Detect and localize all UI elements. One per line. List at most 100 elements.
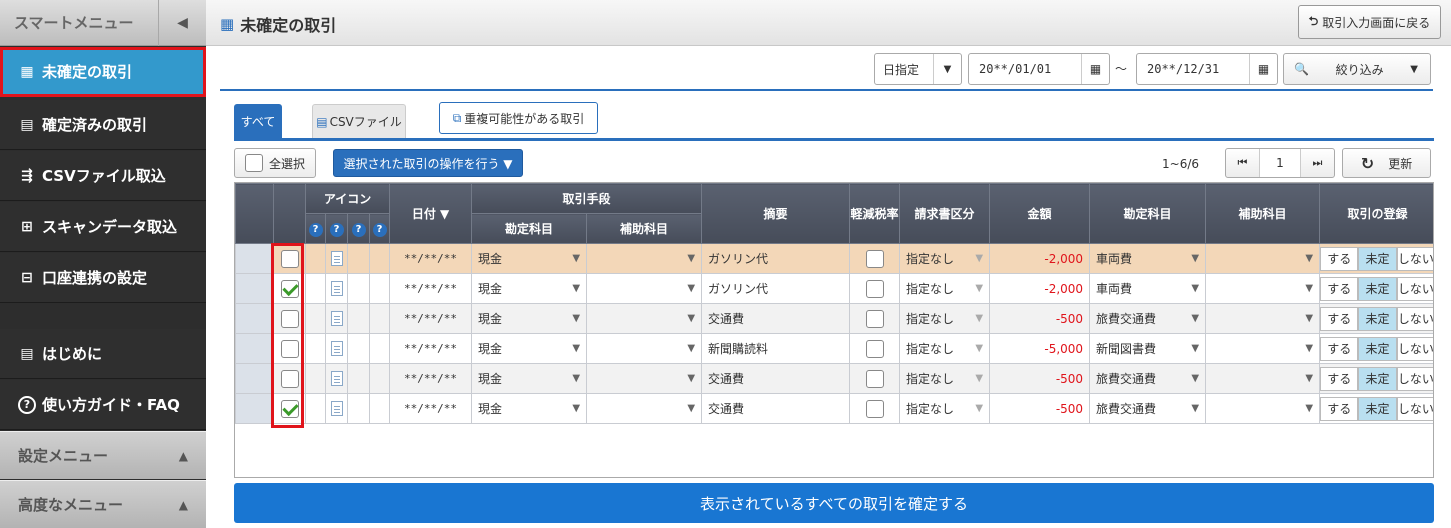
sub-account-select[interactable]: ▼: [1205, 243, 1321, 274]
register-yes-button[interactable]: する: [1320, 276, 1359, 301]
sidebar-item-unconfirmed[interactable]: ▦ 未確定の取引: [0, 47, 206, 97]
table-row[interactable]: **/**/** 現金 ▼ ▼ 交通費 指定なし ▼ -500 旅費交通費 ▼ ▼ する 未定 しない: [235, 393, 1433, 424]
payment-account-select[interactable]: 現金 ▼: [471, 243, 588, 274]
register-pending-button[interactable]: 未定: [1358, 306, 1397, 331]
register-yes-button[interactable]: する: [1320, 246, 1359, 271]
sidebar-item-getting-started[interactable]: ▤ はじめに: [0, 329, 206, 379]
register-yes-button[interactable]: する: [1320, 396, 1359, 421]
register-yes-button[interactable]: する: [1320, 336, 1359, 361]
reduced-tax-checkbox[interactable]: [865, 339, 884, 358]
account-select[interactable]: 旅費交通費 ▼: [1089, 363, 1207, 394]
amount-cell[interactable]: -500: [989, 363, 1091, 394]
document-icon[interactable]: [330, 401, 343, 416]
account-select[interactable]: 旅費交通費 ▼: [1089, 393, 1207, 424]
reduced-tax-cell[interactable]: [849, 303, 901, 334]
register-pending-button[interactable]: 未定: [1358, 396, 1397, 421]
confirm-all-button[interactable]: 表示されているすべての取引を確定する: [234, 483, 1434, 523]
payment-account-select[interactable]: 現金 ▼: [471, 273, 588, 304]
reduced-tax-cell[interactable]: [849, 333, 901, 364]
payment-sub-account-select[interactable]: ▼: [586, 273, 703, 304]
amount-cell[interactable]: -2,000: [989, 243, 1091, 274]
date-to-field[interactable]: 20**/12/31 ▦: [1136, 53, 1278, 85]
table-row[interactable]: **/**/** 現金 ▼ ▼ 交通費 指定なし ▼ -500 旅費交通費 ▼ ▼ する 未定 しない: [235, 363, 1433, 394]
help-icon[interactable]: ?: [308, 222, 323, 237]
reduced-tax-cell[interactable]: [849, 243, 901, 274]
table-row[interactable]: **/**/** 現金 ▼ ▼ ガソリン代 指定なし ▼ -2,000 車両費 ▼ ▼ する 未定 しない: [235, 243, 1433, 274]
invoice-select[interactable]: 指定なし ▼: [899, 333, 991, 364]
first-page-icon[interactable]: ⏮: [1226, 149, 1260, 177]
payment-sub-account-select[interactable]: ▼: [586, 393, 703, 424]
reduced-tax-checkbox[interactable]: [865, 399, 884, 418]
account-select[interactable]: 旅費交通費 ▼: [1089, 303, 1207, 334]
amount-cell[interactable]: -500: [989, 393, 1091, 424]
register-no-button[interactable]: しない: [1396, 336, 1433, 361]
register-yes-button[interactable]: する: [1320, 306, 1359, 331]
payment-account-select[interactable]: 現金 ▼: [471, 363, 588, 394]
register-pending-button[interactable]: 未定: [1358, 246, 1397, 271]
reduced-tax-cell[interactable]: [849, 363, 901, 394]
payment-sub-account-select[interactable]: ▼: [586, 333, 703, 364]
sub-account-select[interactable]: ▼: [1205, 273, 1321, 304]
advanced-menu-section[interactable]: 高度なメニュー ▲: [0, 480, 206, 528]
back-to-entry-button[interactable]: ⮌ 取引入力画面に戻る: [1298, 5, 1441, 39]
account-select[interactable]: 車両費 ▼: [1089, 243, 1207, 274]
reduced-tax-cell[interactable]: [849, 273, 901, 304]
register-no-button[interactable]: しない: [1396, 396, 1433, 421]
payment-sub-account-select[interactable]: ▼: [586, 243, 703, 274]
help-icon[interactable]: ?: [372, 222, 387, 237]
register-no-button[interactable]: しない: [1396, 306, 1433, 331]
reduced-tax-cell[interactable]: [849, 393, 901, 424]
header-date[interactable]: 日付 ▼: [389, 183, 473, 244]
sidebar-item-guide-faq[interactable]: ? 使い方ガイド・FAQ: [0, 380, 206, 430]
invoice-select[interactable]: 指定なし ▼: [899, 363, 991, 394]
calendar-icon[interactable]: ▦: [1081, 54, 1109, 84]
help-icon[interactable]: ?: [351, 222, 366, 237]
register-yes-button[interactable]: する: [1320, 366, 1359, 391]
payment-account-select[interactable]: 現金 ▼: [471, 303, 588, 334]
sub-account-select[interactable]: ▼: [1205, 333, 1321, 364]
invoice-select[interactable]: 指定なし ▼: [899, 273, 991, 304]
register-pending-button[interactable]: 未定: [1358, 366, 1397, 391]
reduced-tax-checkbox[interactable]: [865, 369, 884, 388]
amount-cell[interactable]: -5,000: [989, 333, 1091, 364]
summary-cell[interactable]: 交通費: [701, 303, 851, 334]
settings-menu-section[interactable]: 設定メニュー ▲: [0, 431, 206, 479]
bulk-operation-button[interactable]: 選択された取引の操作を行う ▼: [333, 149, 523, 177]
invoice-select[interactable]: 指定なし ▼: [899, 393, 991, 424]
reduced-tax-checkbox[interactable]: [865, 309, 884, 328]
amount-cell[interactable]: -2,000: [989, 273, 1091, 304]
payment-account-select[interactable]: 現金 ▼: [471, 393, 588, 424]
amount-cell[interactable]: -500: [989, 303, 1091, 334]
date-mode-select[interactable]: 日指定 ▼: [874, 53, 962, 85]
summary-cell[interactable]: 交通費: [701, 363, 851, 394]
register-no-button[interactable]: しない: [1396, 276, 1433, 301]
document-icon[interactable]: [330, 371, 343, 386]
summary-cell[interactable]: ガソリン代: [701, 243, 851, 274]
summary-cell[interactable]: 新聞購読料: [701, 333, 851, 364]
payment-account-select[interactable]: 現金 ▼: [471, 333, 588, 364]
document-icon[interactable]: [330, 311, 343, 326]
select-all-button[interactable]: 全選択: [234, 148, 316, 178]
last-page-icon[interactable]: ⏭: [1300, 149, 1334, 177]
register-pending-button[interactable]: 未定: [1358, 276, 1397, 301]
summary-cell[interactable]: 交通費: [701, 393, 851, 424]
sub-account-select[interactable]: ▼: [1205, 363, 1321, 394]
tab-all[interactable]: すべて: [234, 104, 282, 138]
register-no-button[interactable]: しない: [1396, 246, 1433, 271]
table-row[interactable]: **/**/** 現金 ▼ ▼ ガソリン代 指定なし ▼ -2,000 車両費 ▼ ▼ する 未定 しない: [235, 273, 1433, 304]
collapse-sidebar-icon[interactable]: ◀: [158, 0, 206, 46]
sidebar-item-confirmed[interactable]: ▤ 確定済みの取引: [0, 100, 206, 150]
duplicate-transactions-button[interactable]: ⧉ 重複可能性がある取引: [439, 102, 598, 134]
summary-cell[interactable]: ガソリン代: [701, 273, 851, 304]
sub-account-select[interactable]: ▼: [1205, 393, 1321, 424]
date-from-field[interactable]: 20**/01/01 ▦: [968, 53, 1110, 85]
invoice-select[interactable]: 指定なし ▼: [899, 243, 991, 274]
refresh-button[interactable]: ↻ 更新: [1342, 148, 1431, 178]
calendar-icon[interactable]: ▦: [1249, 54, 1277, 84]
payment-sub-account-select[interactable]: ▼: [586, 363, 703, 394]
reduced-tax-checkbox[interactable]: [865, 249, 884, 268]
document-icon[interactable]: [330, 281, 343, 296]
help-icon[interactable]: ?: [329, 222, 344, 237]
table-row[interactable]: **/**/** 現金 ▼ ▼ 新聞購読料 指定なし ▼ -5,000 新聞図書費 ▼ ▼ する 未定し…: [235, 333, 1433, 364]
sidebar-item-csv-import[interactable]: ⇶ CSVファイル取込: [0, 151, 206, 201]
